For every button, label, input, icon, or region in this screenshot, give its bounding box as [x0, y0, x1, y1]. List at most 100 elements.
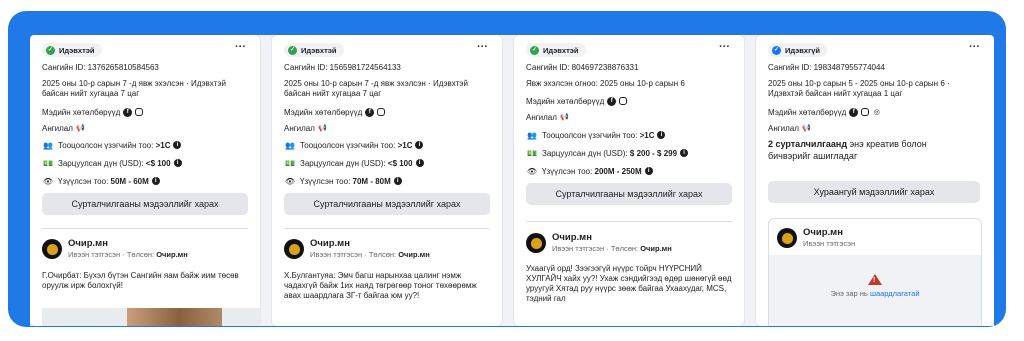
sponsor-line: Ивээн тэтгэсэн · Төлсөн: Очир.мн: [68, 250, 188, 259]
avatar[interactable]: [284, 239, 304, 259]
megaphone-icon: 📢: [76, 124, 85, 132]
status-badge: ✓ Идэвхгүй: [768, 43, 827, 57]
ad-library-results: ✓ Идэвхтэй ··· Сангийн ID: 13762658105845…: [30, 35, 994, 326]
avatar[interactable]: [777, 228, 797, 248]
eye-icon: 👁: [526, 166, 538, 176]
run-dates: 2025 оны 10-р сарын 7 -д явж эхэлсэн · И…: [284, 79, 468, 98]
more-options-icon[interactable]: ···: [235, 41, 246, 53]
ad-text: Г.Очирбат: Бүхэл бүтэн Сангийн яам байж …: [42, 271, 239, 290]
facebook-icon: f: [849, 107, 859, 117]
page-name[interactable]: Очир.мн: [552, 232, 592, 243]
status-badge: ✓ Идэвхтэй: [42, 43, 102, 57]
info-icon[interactable]: i: [415, 159, 424, 167]
avatar[interactable]: [526, 233, 546, 253]
more-options-icon[interactable]: ···: [719, 41, 730, 53]
more-options-icon[interactable]: ···: [477, 41, 488, 53]
status-label: Идэвхтэй: [59, 45, 95, 55]
check-icon: ✓: [530, 45, 539, 55]
library-id: Сангийн ID: 1983487955774044: [768, 63, 885, 72]
divider: [526, 221, 732, 222]
facebook-icon: f: [123, 107, 133, 117]
crest-logo-icon: [288, 243, 300, 255]
category-row: Ангилал 📢: [284, 123, 327, 133]
library-id: Сангийн ID: 1565981724564133: [284, 63, 401, 72]
info-icon[interactable]: i: [644, 167, 653, 175]
highlight-frame: ✓ Идэвхтэй ··· Сангийн ID: 13762658105845…: [8, 11, 1006, 327]
ad-text: Х.Булгантуяа: Эмч багш нарынхаа цалинг н…: [284, 271, 477, 300]
instagram-icon: [861, 108, 870, 116]
crest-logo-icon: [781, 232, 793, 244]
people-icon: 👥: [285, 140, 295, 150]
info-icon[interactable]: i: [173, 141, 182, 149]
sponsor-line: Ивээн тэтгэсэн · Төлсөн: Очир.мн: [552, 244, 672, 253]
impressions-row: 👁 Үзүүлсэн тоо: 70M - 80M i: [284, 175, 492, 187]
money-icon: 💵: [43, 158, 53, 168]
status-label: Идэвхтэй: [543, 45, 579, 55]
audience-row: 👥 Тооцоолсон үзэгчийн тоо: >1С i: [42, 139, 250, 151]
info-icon[interactable]: i: [657, 131, 666, 139]
requirements-link[interactable]: шаардлагатай: [870, 289, 920, 298]
removed-ad-notice: ! Энэ зар нь шаардлагатай: [769, 255, 981, 326]
run-dates: 2025 оны 10-р сарын 7 -д явж эхэлсэн · И…: [42, 79, 226, 98]
view-ad-details-button[interactable]: Сурталчилгааны мэдээллийг харах: [284, 193, 490, 215]
ad-image[interactable]: [42, 308, 260, 326]
info-icon[interactable]: i: [151, 177, 160, 185]
library-id: Сангийн ID: 1376265810584563: [42, 63, 159, 72]
page-name[interactable]: Очир.мн: [68, 238, 108, 249]
check-icon: ✓: [288, 45, 297, 55]
money-icon: 💵: [527, 148, 537, 158]
ad-text: Ухаагүй орд! Зээгээгүй нүүрс тойрч НҮҮРС…: [526, 264, 732, 303]
status-badge: ✓ Идэвхтэй: [526, 43, 586, 57]
divider: [42, 228, 248, 229]
library-id: Сангийн ID: 804697238876331: [526, 63, 639, 72]
crest-logo-icon: [46, 243, 58, 255]
check-icon: ✓: [46, 45, 55, 55]
spend-row: 💵 Зарцуулсан дүн (USD): <$ 100 i: [284, 157, 492, 169]
messenger-icon: ◎: [873, 108, 880, 116]
megaphone-icon: 📢: [802, 124, 811, 132]
page-name[interactable]: Очир.мн: [310, 238, 350, 249]
people-icon: 👥: [527, 130, 537, 140]
facebook-icon: f: [607, 96, 617, 106]
more-options-icon[interactable]: ···: [969, 41, 980, 53]
platforms-row: Мэдийн хөтөлбөрүүд f ◎: [768, 107, 880, 117]
eye-icon: 👁: [42, 176, 54, 186]
view-summary-button[interactable]: Хураангуй мэдээллийг харах: [768, 181, 980, 203]
info-icon[interactable]: i: [393, 177, 402, 185]
spend-row: 💵 Зарцуулсан дүн (USD): $ 200 - $ 299 i: [526, 147, 734, 159]
info-icon[interactable]: i: [680, 149, 689, 157]
info-icon[interactable]: i: [173, 159, 182, 167]
people-icon: 👥: [43, 140, 53, 150]
category-row: Ангилал 📢: [42, 123, 85, 133]
ad-card: ✓ Идэвхтэй ··· Сангийн ID: 80469723887633…: [514, 35, 744, 326]
status-label: Идэвхтэй: [301, 45, 337, 55]
megaphone-icon: 📢: [560, 113, 569, 121]
info-icon[interactable]: i: [415, 141, 424, 149]
ad-preview: Очир.мн Ивээн тэтгэсэн ! Энэ зар нь шаар…: [768, 218, 982, 326]
facebook-icon: f: [365, 107, 375, 117]
run-dates: 2025 оны 10-р сарын 5 - 2025 оны 10-р са…: [768, 79, 950, 98]
avatar[interactable]: [42, 239, 62, 259]
platforms-row: Мэдийн хөтөлбөрүүд f: [42, 106, 250, 118]
eye-icon: 👁: [284, 176, 296, 186]
money-icon: 💵: [285, 158, 295, 168]
impressions-row: 👁 Үзүүлсэн тоо: 200M - 250M i: [526, 165, 734, 177]
megaphone-icon: 📢: [318, 124, 327, 132]
spend-row: 💵 Зарцуулсан дүн (USD): <$ 100 i: [42, 157, 250, 169]
sponsor-line: Ивээн тэтгэсэн: [803, 239, 856, 248]
view-ad-details-button[interactable]: Сурталчилгааны мэдээллийг харах: [526, 183, 732, 205]
instagram-icon: [377, 108, 386, 116]
ad-card: ✓ Идэвхгүй ··· Сангийн ID: 19834879557740…: [756, 35, 994, 326]
view-ad-details-button[interactable]: Сурталчилгааны мэдээллийг харах: [42, 193, 248, 215]
creatives-note: 2 сурталчилгаанд энэ креатив болон бичвэр…: [768, 139, 927, 161]
status-label: Идэвхгүй: [785, 45, 820, 55]
crest-logo-icon: [530, 237, 542, 249]
instagram-icon: [619, 97, 628, 105]
ad-card: ✓ Идэвхтэй ··· Сангийн ID: 15659817245641…: [272, 35, 502, 326]
page-name[interactable]: Очир.мн: [803, 227, 843, 238]
status-badge: ✓ Идэвхтэй: [284, 43, 344, 57]
impressions-row: 👁 Үзүүлсэн тоо: 50M - 60M i: [42, 175, 250, 187]
ad-card: ✓ Идэвхтэй ··· Сангийн ID: 13762658105845…: [30, 35, 260, 326]
divider: [284, 228, 490, 229]
audience-row: 👥 Тооцоолсон үзэгчийн тоо: >1С i: [526, 129, 734, 141]
